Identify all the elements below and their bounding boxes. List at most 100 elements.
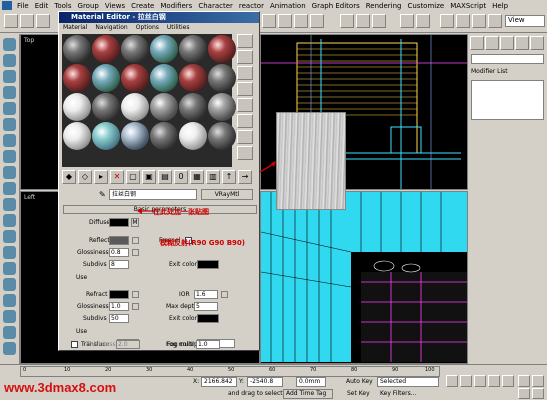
refract-color-swatch[interactable] bbox=[109, 290, 129, 299]
tool-icon[interactable] bbox=[3, 118, 16, 131]
hierarchy-tab-icon[interactable] bbox=[500, 36, 514, 50]
select-by-material-icon[interactable] bbox=[237, 146, 253, 160]
move-icon[interactable] bbox=[278, 14, 292, 28]
zoom-icon[interactable] bbox=[518, 375, 530, 387]
fog-multiplier-spinner[interactable]: 1.0 bbox=[196, 340, 220, 349]
tool-icon[interactable] bbox=[3, 342, 16, 355]
make-copy-icon[interactable]: ▢ bbox=[126, 170, 140, 184]
snap-icon[interactable] bbox=[340, 14, 354, 28]
redo-icon[interactable] bbox=[20, 14, 34, 28]
sample-slot[interactable] bbox=[179, 93, 207, 121]
go-to-parent-icon[interactable]: ↑ bbox=[222, 170, 236, 184]
material-effects-channel-icon[interactable]: 0 bbox=[174, 170, 188, 184]
refr-exit-color-swatch[interactable] bbox=[197, 314, 219, 323]
sample-slot[interactable] bbox=[208, 122, 236, 150]
sample-slot[interactable] bbox=[63, 35, 91, 63]
scale-icon[interactable] bbox=[310, 14, 324, 28]
glossiness-spinner[interactable]: 0.8 bbox=[109, 248, 129, 257]
glossiness-map-button[interactable] bbox=[132, 249, 139, 256]
thickness-spinner[interactable]: 2.0 bbox=[116, 340, 140, 349]
pan-icon[interactable] bbox=[532, 375, 544, 387]
mirror-icon[interactable] bbox=[400, 14, 414, 28]
sample-slot[interactable] bbox=[179, 64, 207, 92]
object-name-field[interactable] bbox=[471, 54, 544, 64]
max-depth-spinner[interactable]: 5 bbox=[194, 302, 218, 311]
menu-views[interactable]: Views bbox=[102, 2, 128, 10]
modify-tab-icon[interactable] bbox=[485, 36, 499, 50]
render-type-dropdown[interactable]: View bbox=[505, 15, 545, 27]
sample-slot[interactable] bbox=[92, 35, 120, 63]
menu-edit[interactable]: Edit bbox=[32, 2, 52, 10]
make-unique-icon[interactable]: ▣ bbox=[142, 170, 156, 184]
percent-snap-icon[interactable] bbox=[372, 14, 386, 28]
menu-tools[interactable]: Tools bbox=[51, 2, 74, 10]
rotate-icon[interactable] bbox=[294, 14, 308, 28]
go-to-start-icon[interactable] bbox=[446, 375, 458, 387]
material-editor-icon[interactable] bbox=[440, 14, 454, 28]
tool-icon[interactable] bbox=[3, 70, 16, 83]
sample-slot[interactable] bbox=[179, 35, 207, 63]
create-tab-icon[interactable] bbox=[470, 36, 484, 50]
sample-slot[interactable] bbox=[63, 64, 91, 92]
play-icon[interactable] bbox=[474, 375, 486, 387]
x-coordinate-field[interactable]: 2166.842 bbox=[201, 377, 237, 387]
sample-slot[interactable] bbox=[150, 93, 178, 121]
ior-map-button[interactable] bbox=[221, 291, 228, 298]
sample-type-icon[interactable] bbox=[237, 34, 253, 48]
next-frame-icon[interactable] bbox=[488, 375, 500, 387]
refr-glossiness-map-button[interactable] bbox=[132, 303, 139, 310]
video-color-check-icon[interactable] bbox=[237, 98, 253, 112]
me-menu-material[interactable]: Material bbox=[59, 23, 91, 33]
tool-icon[interactable] bbox=[3, 38, 16, 51]
tool-icon[interactable] bbox=[3, 102, 16, 115]
sample-slot[interactable] bbox=[92, 64, 120, 92]
diffuse-color-swatch[interactable] bbox=[109, 218, 129, 227]
tool-icon[interactable] bbox=[3, 310, 16, 323]
tool-icon[interactable] bbox=[3, 230, 16, 243]
tool-icon[interactable] bbox=[3, 134, 16, 147]
me-menu-navigation[interactable]: Navigation bbox=[91, 23, 131, 33]
menu-animation[interactable]: Animation bbox=[267, 2, 309, 10]
link-icon[interactable] bbox=[36, 14, 50, 28]
sample-slot[interactable] bbox=[92, 122, 120, 150]
get-material-icon[interactable]: ◆ bbox=[62, 170, 76, 184]
motion-tab-icon[interactable] bbox=[515, 36, 529, 50]
reset-map-icon[interactable]: ✕ bbox=[110, 170, 124, 184]
tool-icon[interactable] bbox=[3, 246, 16, 259]
material-name-field[interactable]: 拉丝白钢 bbox=[109, 189, 197, 200]
background-icon[interactable] bbox=[237, 66, 253, 80]
show-map-in-viewport-icon[interactable]: ▦ bbox=[190, 170, 204, 184]
sample-slot[interactable] bbox=[63, 122, 91, 150]
menu-customize[interactable]: Customize bbox=[404, 2, 447, 10]
go-forward-to-sibling-icon[interactable]: → bbox=[238, 170, 252, 184]
menu-reactor[interactable]: reactor bbox=[236, 2, 267, 10]
selected-dropdown[interactable]: Selected bbox=[377, 377, 439, 387]
menu-group[interactable]: Group bbox=[75, 2, 102, 10]
auto-key-button[interactable]: Auto Key bbox=[346, 377, 374, 387]
me-menu-options[interactable]: Options bbox=[132, 23, 163, 33]
me-menu-utilities[interactable]: Utilities bbox=[163, 23, 194, 33]
set-key-button[interactable]: Set Key bbox=[347, 389, 373, 399]
sample-slot[interactable] bbox=[150, 64, 178, 92]
reflect-color-swatch[interactable] bbox=[109, 236, 129, 245]
y-coordinate-field[interactable]: -2540.8 bbox=[247, 377, 283, 387]
material-type-button[interactable]: VRayMtl bbox=[201, 189, 253, 200]
sample-slot[interactable] bbox=[121, 64, 149, 92]
render-setup-icon[interactable] bbox=[456, 14, 470, 28]
menu-file[interactable]: File bbox=[14, 2, 32, 10]
tool-icon[interactable] bbox=[3, 86, 16, 99]
modifier-stack[interactable] bbox=[471, 80, 544, 120]
tool-icon[interactable] bbox=[3, 214, 16, 227]
backlight-icon[interactable] bbox=[237, 50, 253, 64]
time-slider[interactable]: 0 10 20 30 40 50 60 70 80 90 100 bbox=[20, 366, 440, 377]
sample-slot[interactable] bbox=[121, 122, 149, 150]
sample-slot[interactable] bbox=[92, 93, 120, 121]
put-to-scene-icon[interactable]: ◇ bbox=[78, 170, 92, 184]
subdivs-spinner[interactable]: 8 bbox=[109, 260, 129, 269]
menu-maxscript[interactable]: MAXScript bbox=[447, 2, 489, 10]
add-time-tag-button[interactable]: Add Time Tag bbox=[283, 389, 333, 399]
sample-slot[interactable] bbox=[121, 93, 149, 121]
z-coordinate-field[interactable]: 0.0mm bbox=[296, 377, 326, 387]
assign-to-selection-icon[interactable]: ▸ bbox=[94, 170, 108, 184]
tool-icon[interactable] bbox=[3, 278, 16, 291]
